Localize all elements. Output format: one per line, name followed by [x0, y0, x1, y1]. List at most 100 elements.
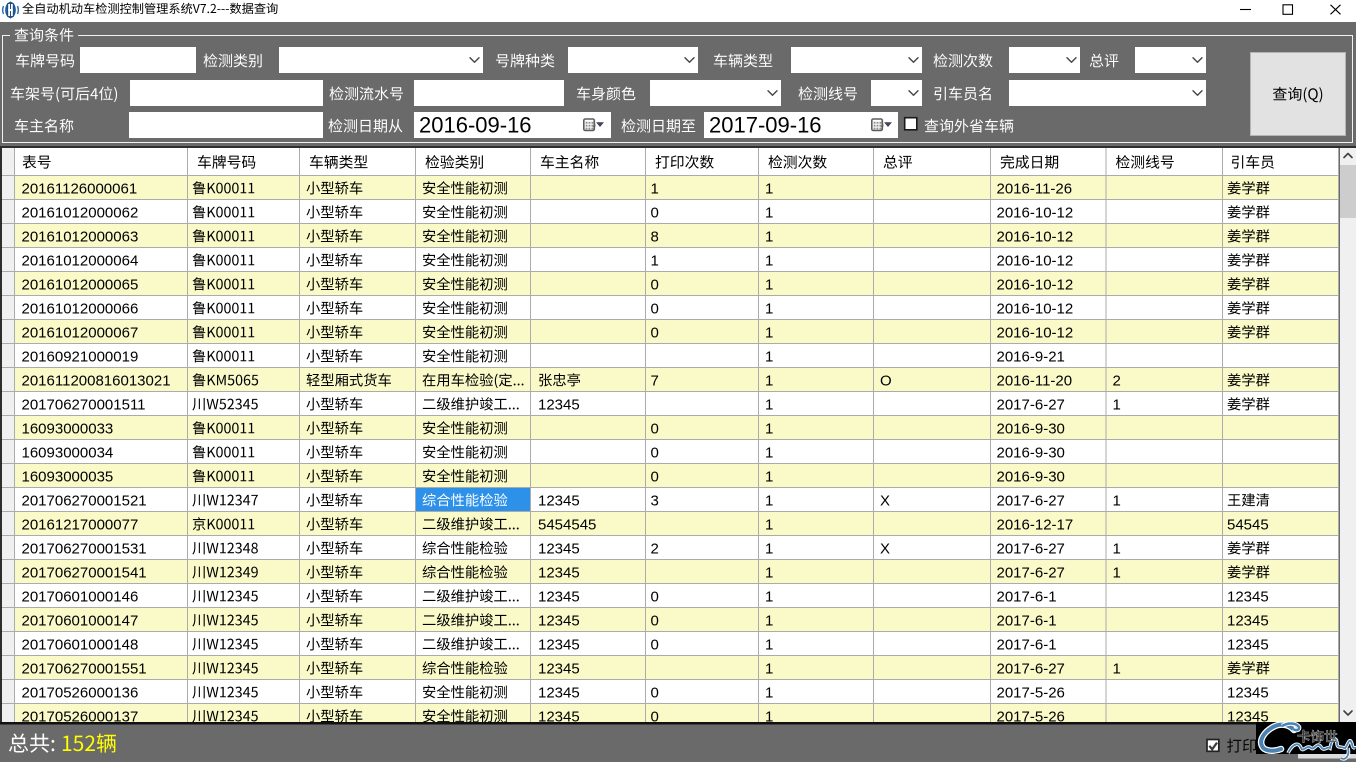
svg-text:54545: 54545: [1227, 516, 1269, 533]
svg-text:1: 1: [765, 660, 773, 677]
svg-text:0: 0: [651, 684, 659, 701]
svg-text:1: 1: [765, 396, 773, 413]
svg-text:2016-10-12: 2016-10-12: [997, 276, 1074, 293]
svg-text:12345: 12345: [538, 660, 580, 677]
svg-text:12345: 12345: [538, 636, 580, 653]
svg-text:20161126000061: 20161126000061: [22, 180, 138, 197]
svg-text:12345: 12345: [538, 708, 580, 725]
svg-text:1: 1: [765, 492, 773, 509]
svg-text:2016-09-16: 2016-09-16: [419, 113, 532, 138]
svg-text:201706270001541: 201706270001541: [22, 564, 147, 581]
svg-text:1: 1: [1113, 492, 1121, 509]
svg-text:2017-6-27: 2017-6-27: [997, 396, 1065, 413]
svg-text:2: 2: [1113, 372, 1121, 389]
svg-text:2017-6-27: 2017-6-27: [997, 660, 1065, 677]
svg-text:2016-10-12: 2016-10-12: [997, 204, 1074, 221]
svg-text:2016-12-17: 2016-12-17: [997, 516, 1074, 533]
svg-text:2017-6-27: 2017-6-27: [997, 492, 1065, 509]
svg-text:2016-9-30: 2016-9-30: [997, 444, 1065, 461]
svg-text:12345: 12345: [538, 564, 580, 581]
svg-text:12345: 12345: [1227, 636, 1269, 653]
svg-text:12345: 12345: [1227, 612, 1269, 629]
svg-text:0: 0: [651, 204, 659, 221]
svg-text:X: X: [880, 540, 890, 557]
svg-text:1: 1: [765, 444, 773, 461]
svg-text:5454545: 5454545: [538, 516, 596, 533]
svg-text:2016-11-20: 2016-11-20: [997, 372, 1073, 389]
svg-text:1: 1: [765, 228, 773, 245]
svg-text:20161012000065: 20161012000065: [22, 276, 139, 293]
svg-text:20170526000136: 20170526000136: [22, 684, 139, 701]
svg-text:2017-6-1: 2017-6-1: [997, 612, 1057, 629]
svg-text:1: 1: [651, 252, 659, 269]
svg-text:1: 1: [651, 180, 659, 197]
svg-text:20161012000067: 20161012000067: [22, 324, 139, 341]
svg-text:2017-5-26: 2017-5-26: [997, 708, 1065, 725]
svg-text:20170601000148: 20170601000148: [22, 636, 139, 653]
svg-text:0: 0: [651, 444, 659, 461]
svg-text:1: 1: [765, 588, 773, 605]
svg-text:2016-10-12: 2016-10-12: [997, 324, 1074, 341]
svg-text:20161012000064: 20161012000064: [22, 252, 139, 269]
svg-text:1: 1: [765, 204, 773, 221]
svg-text:201706270001551: 201706270001551: [22, 660, 147, 677]
svg-text:2016-9-30: 2016-9-30: [997, 468, 1065, 485]
svg-text:20161012000066: 20161012000066: [22, 300, 139, 317]
svg-text:12345: 12345: [538, 684, 580, 701]
svg-text:0: 0: [651, 612, 659, 629]
svg-text:O: O: [880, 372, 892, 389]
svg-text:12345: 12345: [538, 612, 580, 629]
svg-text:12345: 12345: [1227, 684, 1269, 701]
svg-text:1: 1: [765, 276, 773, 293]
svg-text:1: 1: [765, 540, 773, 557]
svg-text:12345: 12345: [538, 492, 580, 509]
svg-text:2: 2: [651, 540, 659, 557]
svg-text:X: X: [880, 492, 890, 509]
svg-text:1: 1: [765, 636, 773, 653]
svg-text:1: 1: [1113, 540, 1121, 557]
svg-text:1: 1: [1113, 564, 1121, 581]
svg-text:12345: 12345: [538, 540, 580, 557]
svg-text:2016-9-30: 2016-9-30: [997, 420, 1065, 437]
svg-text:1: 1: [765, 348, 773, 365]
svg-text:3: 3: [651, 492, 659, 509]
svg-text:201611200816013021: 201611200816013021: [22, 372, 171, 389]
svg-text:2017-6-27: 2017-6-27: [997, 564, 1065, 581]
svg-text:1: 1: [765, 252, 773, 269]
svg-text:2017-6-27: 2017-6-27: [997, 540, 1065, 557]
svg-text:16093000035: 16093000035: [22, 468, 114, 485]
svg-text:20161217000077: 20161217000077: [22, 516, 139, 533]
svg-text:1: 1: [765, 612, 773, 629]
svg-text:2016-9-21: 2016-9-21: [997, 348, 1065, 365]
svg-text:1: 1: [1113, 396, 1121, 413]
svg-text:20161012000063: 20161012000063: [22, 228, 139, 245]
svg-text:20160921000019: 20160921000019: [22, 348, 139, 365]
svg-text:12345: 12345: [1227, 588, 1269, 605]
svg-text:8: 8: [651, 228, 659, 245]
svg-text:2016-11-26: 2016-11-26: [997, 180, 1073, 197]
svg-text:2017-6-1: 2017-6-1: [997, 588, 1057, 605]
svg-text:1: 1: [765, 684, 773, 701]
svg-text:20170601000147: 20170601000147: [22, 612, 139, 629]
svg-text:1: 1: [765, 324, 773, 341]
svg-text:2017-5-26: 2017-5-26: [997, 684, 1065, 701]
svg-text:1: 1: [765, 420, 773, 437]
svg-text:1: 1: [765, 372, 773, 389]
svg-text:0: 0: [651, 276, 659, 293]
svg-text:0: 0: [651, 636, 659, 653]
svg-text:1: 1: [765, 708, 773, 725]
svg-text:2016-10-12: 2016-10-12: [997, 300, 1074, 317]
svg-text:20161012000062: 20161012000062: [22, 204, 139, 221]
svg-text:16093000033: 16093000033: [22, 420, 114, 437]
svg-text:12345: 12345: [538, 588, 580, 605]
svg-text:2017-6-1: 2017-6-1: [997, 636, 1057, 653]
svg-text:201706270001531: 201706270001531: [22, 540, 147, 557]
svg-text:0: 0: [651, 324, 659, 341]
svg-text:2017-09-16: 2017-09-16: [709, 113, 822, 138]
svg-text:16093000034: 16093000034: [22, 444, 114, 461]
svg-text:2016-10-12: 2016-10-12: [997, 228, 1074, 245]
svg-text:1: 1: [765, 300, 773, 317]
svg-text:0: 0: [651, 420, 659, 437]
svg-text:12345: 12345: [538, 396, 580, 413]
svg-text:0: 0: [651, 588, 659, 605]
